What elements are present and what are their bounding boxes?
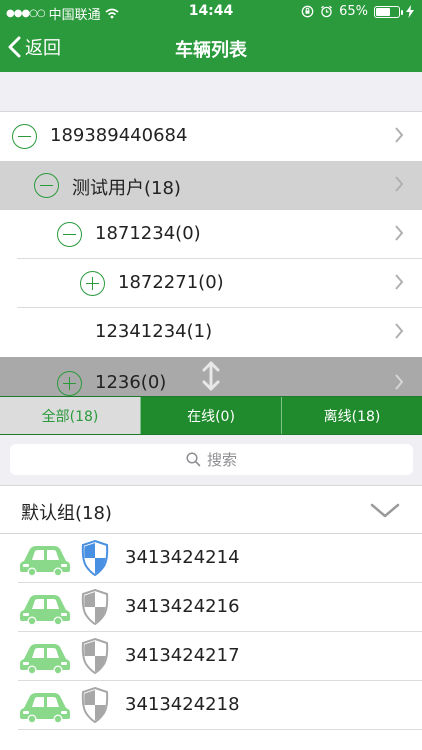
vehicle-id: 3413424217 <box>125 645 240 666</box>
resize-handle-icon[interactable] <box>200 360 222 392</box>
tree-node-189389440684[interactable]: 189389440684 <box>0 112 422 161</box>
collapse-icon[interactable] <box>12 124 37 149</box>
tree-node-label: 1872271(0) <box>118 272 224 293</box>
collapse-icon[interactable] <box>57 222 82 247</box>
search-bar: 搜索 <box>0 435 422 485</box>
search-placeholder: 搜索 <box>206 451 237 469</box>
page-title: 车辆列表 <box>175 40 247 61</box>
section-spacer <box>0 72 422 112</box>
search-icon <box>186 452 201 467</box>
orientation-lock-icon <box>301 5 314 18</box>
shield-inactive-icon <box>81 686 109 724</box>
navigation-bar: 返回 车辆列表 <box>0 24 422 72</box>
expand-icon[interactable] <box>80 271 105 296</box>
search-input[interactable]: 搜索 <box>10 444 413 475</box>
tree-node-label: 189389440684 <box>50 125 188 146</box>
expand-icon[interactable] <box>57 371 82 396</box>
tree-node-label: 1871234(0) <box>95 223 201 244</box>
battery-percent: 65% <box>339 4 368 19</box>
tab-online[interactable]: 在线(0) <box>140 397 281 434</box>
tree-node-label: 12341234(1) <box>95 321 213 342</box>
tree-node-1871234[interactable]: 1871234(0) <box>0 210 422 259</box>
car-icon <box>20 693 70 724</box>
vehicle-row[interactable]: 3413424217 <box>0 632 422 681</box>
collapse-icon[interactable] <box>34 173 59 198</box>
car-icon <box>20 546 70 577</box>
tab-all[interactable]: 全部(18) <box>0 397 140 434</box>
alarm-icon <box>321 5 333 18</box>
group-title: 默认组(18) <box>21 503 112 524</box>
vehicle-id: 3413424218 <box>125 694 240 715</box>
chevron-right-icon <box>395 374 404 390</box>
vehicle-id: 3413424216 <box>125 596 240 617</box>
vehicle-row[interactable]: 3413424216 <box>0 583 422 632</box>
vehicle-row[interactable]: 3413424218 <box>0 681 422 730</box>
tree-node-test-user[interactable]: 测试用户(18) <box>0 161 422 210</box>
tree-node-label: 1236(0) <box>95 372 167 393</box>
battery-icon <box>374 5 403 18</box>
vehicle-row[interactable]: 3413424214 <box>0 534 422 583</box>
shield-active-icon <box>81 539 109 577</box>
chevron-right-icon <box>395 176 404 192</box>
car-icon <box>20 595 70 626</box>
chevron-down-icon[interactable] <box>370 503 400 519</box>
chevron-right-icon <box>395 225 404 241</box>
shield-inactive-icon <box>81 588 109 626</box>
app-header: ●●●○○ 中国联通 14:44 65% 返回 车辆列表 <box>0 0 422 72</box>
tree-node-1872271[interactable]: 1872271(0) <box>0 259 422 308</box>
charging-bolt-icon <box>406 5 414 18</box>
chevron-right-icon <box>395 127 404 143</box>
status-bar: ●●●○○ 中国联通 14:44 65% <box>0 0 422 24</box>
chevron-right-icon <box>395 274 404 290</box>
vehicle-status-tabs: 全部(18) 在线(0) 离线(18) <box>0 396 422 435</box>
car-icon <box>20 644 70 675</box>
tab-offline[interactable]: 离线(18) <box>281 397 422 434</box>
tree-node-label: 测试用户(18) <box>72 178 181 199</box>
vehicle-id: 3413424214 <box>125 547 240 568</box>
tree-node-12341234[interactable]: 12341234(1) <box>0 308 422 357</box>
group-header-default[interactable]: 默认组(18) <box>0 485 422 534</box>
shield-inactive-icon <box>81 637 109 675</box>
chevron-right-icon <box>395 323 404 339</box>
